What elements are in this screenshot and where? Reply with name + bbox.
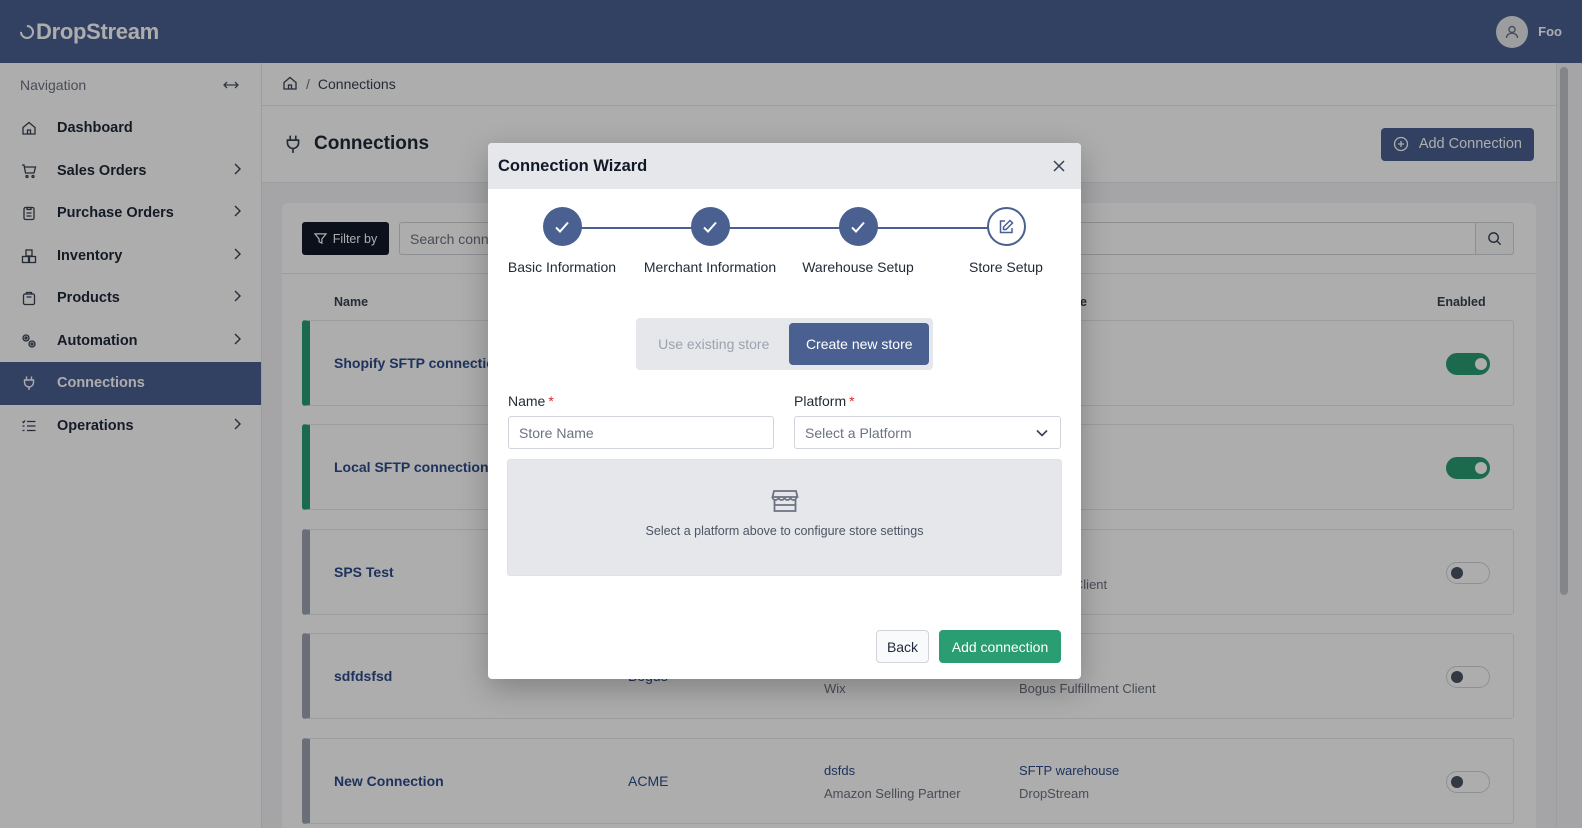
check-icon	[542, 207, 582, 246]
step-label: Store Setup	[969, 259, 1043, 275]
step-label: Merchant Information	[643, 259, 777, 275]
wizard-stepper: Basic Information Merchant Information W…	[488, 207, 1081, 287]
platform-field-label: Platform *	[794, 393, 855, 409]
platform-label-text: Platform	[794, 393, 847, 409]
step-merchant-information: Merchant Information	[630, 207, 790, 275]
required-marker: *	[849, 393, 855, 409]
step-label: Basic Information	[507, 259, 617, 275]
back-button[interactable]: Back	[876, 630, 929, 663]
modal-title: Connection Wizard	[498, 156, 648, 175]
store-name-input[interactable]: Store Name	[508, 416, 774, 449]
name-field-label: Name *	[508, 393, 554, 409]
add-connection-submit-button[interactable]: Add connection	[939, 630, 1061, 663]
step-label: Warehouse Setup	[802, 259, 914, 275]
step-warehouse-setup: Warehouse Setup	[778, 207, 938, 275]
name-label-text: Name	[508, 393, 546, 409]
edit-icon	[986, 207, 1026, 246]
connection-wizard-modal: Connection Wizard Basic Information Merc…	[488, 143, 1081, 679]
create-new-store-option[interactable]: Create new store	[789, 323, 929, 365]
platform-settings-placeholder: Select a platform above to configure sto…	[507, 459, 1062, 576]
chevron-down-icon	[1036, 429, 1048, 437]
store-name-placeholder: Store Name	[519, 424, 594, 441]
required-marker: *	[548, 393, 554, 409]
check-icon	[690, 207, 730, 246]
platform-select[interactable]: Select a Platform	[794, 416, 1061, 449]
platform-hint-text: Select a platform above to configure sto…	[645, 524, 924, 538]
check-icon	[838, 207, 878, 246]
store-mode-toggle: Use existing store Create new store	[636, 318, 933, 370]
use-existing-store-option[interactable]: Use existing store	[640, 323, 787, 365]
step-store-setup: Store Setup	[926, 207, 1081, 275]
close-icon[interactable]	[1047, 154, 1071, 178]
platform-select-placeholder: Select a Platform	[805, 424, 912, 441]
step-basic-information: Basic Information	[488, 207, 642, 275]
modal-header: Connection Wizard	[488, 143, 1081, 189]
store-icon	[508, 488, 1061, 514]
